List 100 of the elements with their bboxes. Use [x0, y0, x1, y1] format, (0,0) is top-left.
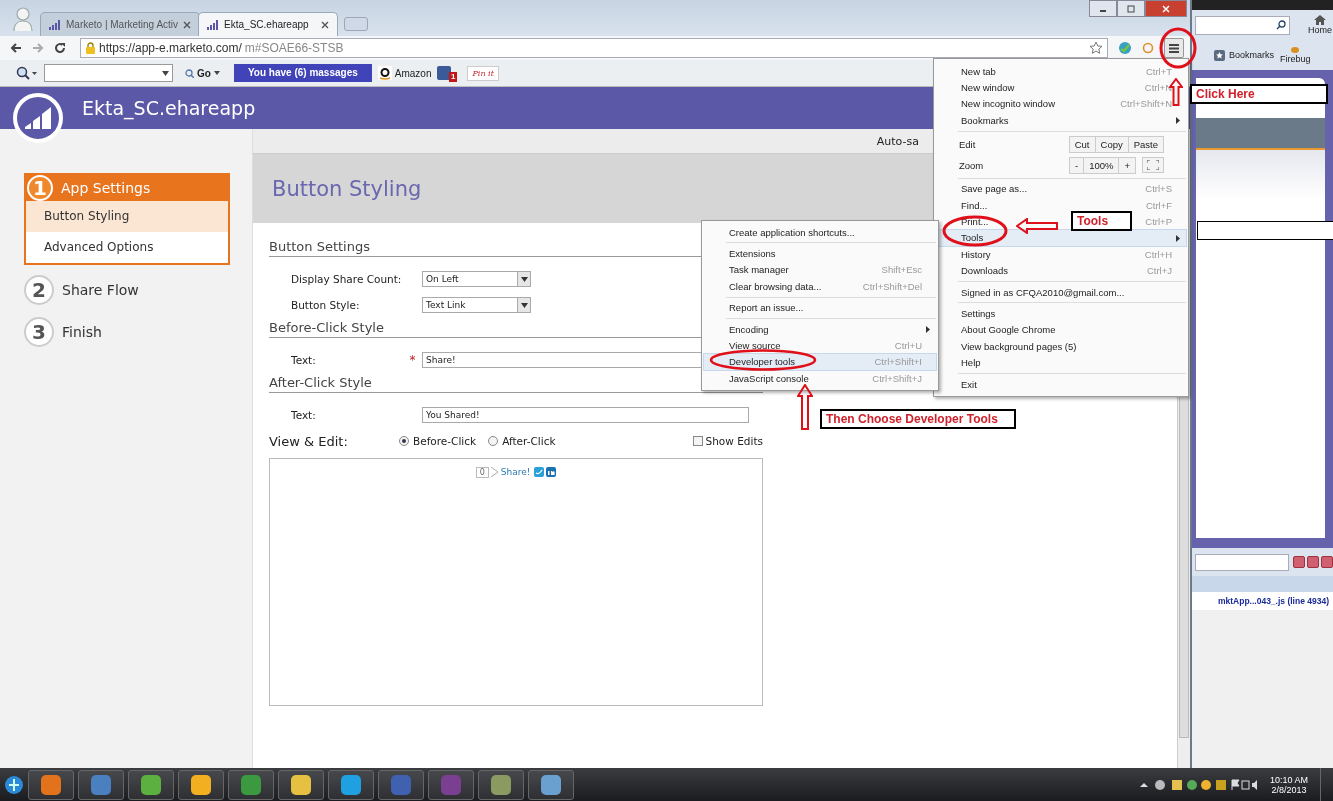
- firebug-button[interactable]: Firebug: [1280, 46, 1311, 64]
- taskbar-button[interactable]: [328, 769, 374, 800]
- star-icon[interactable]: [1089, 41, 1103, 55]
- shortcut-text: Ctrl+Shift+N: [1120, 98, 1172, 110]
- search-field[interactable]: [1195, 15, 1290, 35]
- browser-tab[interactable]: Ekta_SC.ehareapp: [198, 12, 339, 36]
- menu-item[interactable]: Help: [961, 357, 981, 369]
- control-button[interactable]: [1307, 556, 1319, 568]
- bug-icon: [1290, 46, 1301, 54]
- taskbar-button[interactable]: [528, 769, 574, 800]
- browser-tab[interactable]: Marketo | Marketing Activ: [40, 12, 201, 36]
- amazon-link[interactable]: Amazon: [377, 66, 432, 80]
- taskbar-button[interactable]: [28, 769, 74, 800]
- fullscreen-button[interactable]: [1142, 157, 1164, 174]
- pin-it-button[interactable]: Pin it: [467, 65, 499, 81]
- app-icon: [91, 774, 111, 795]
- back-icon[interactable]: [10, 42, 22, 54]
- edit-button[interactable]: Cut: [1069, 136, 1095, 152]
- radio-option[interactable]: Before-Click: [399, 435, 477, 447]
- text-field[interactable]: You Shared!: [422, 407, 749, 423]
- twitter-icon[interactable]: [534, 467, 545, 477]
- close-icon: [1162, 4, 1170, 13]
- go-button[interactable]: Go: [185, 67, 220, 79]
- autosave-text: Auto-sa: [876, 134, 919, 148]
- highlight-ellipse: [941, 214, 1009, 248]
- shortcut-text: Ctrl+T: [1145, 65, 1172, 77]
- share-link[interactable]: Share!: [500, 467, 531, 477]
- taskbar-button[interactable]: [178, 769, 224, 800]
- shortcut-text: Shift+Esc: [881, 264, 922, 276]
- step-header[interactable]: 2 Share Flow: [24, 273, 230, 307]
- app-icon: [291, 774, 311, 795]
- caret-icon: [520, 276, 528, 282]
- close-icon[interactable]: [321, 20, 330, 29]
- menu-button[interactable]: [1164, 38, 1184, 58]
- facebook-button[interactable]: 1: [437, 64, 458, 82]
- menu-item[interactable]: Save page as...: [961, 183, 1028, 195]
- ring-icon[interactable]: [1142, 42, 1154, 54]
- star-icon: [1214, 49, 1225, 61]
- extension-icon[interactable]: [1118, 41, 1132, 55]
- required-mark: *: [409, 353, 416, 367]
- edit-button[interactable]: Copy: [1094, 136, 1128, 152]
- radio-option[interactable]: After-Click: [488, 435, 556, 447]
- menu-item[interactable]: Task manager Shift+Esc: [704, 261, 936, 279]
- show-edits-checkbox[interactable]: Show Edits: [692, 435, 763, 447]
- taskbar-button[interactable]: [478, 769, 524, 800]
- menu-item[interactable]: Report an issue...: [704, 299, 936, 316]
- dropdown[interactable]: On Left: [422, 271, 531, 287]
- page-heading: Button Styling: [272, 176, 422, 201]
- menu-item[interactable]: Developer tools Ctrl+Shift+I: [703, 352, 937, 372]
- minimize-button[interactable]: [1089, 0, 1117, 17]
- close-icon[interactable]: [183, 20, 192, 29]
- menu-item[interactable]: JavaScript console Ctrl+Shift+J: [704, 370, 936, 387]
- zoom-out-button[interactable]: -: [1069, 157, 1084, 173]
- menu-item[interactable]: About Google Chrome: [961, 324, 1056, 336]
- home-button[interactable]: Home: [1308, 15, 1332, 35]
- taskbar-button[interactable]: [228, 769, 274, 800]
- control-button[interactable]: [1321, 556, 1333, 568]
- app-title: Ekta_SC.ehareapp: [82, 97, 256, 119]
- restore-icon: [1127, 4, 1135, 13]
- menu-item[interactable]: View background pages (5): [961, 340, 1077, 352]
- taskbar-button[interactable]: [128, 769, 174, 800]
- edit-button[interactable]: Paste: [1127, 136, 1163, 152]
- menu-item[interactable]: New incognito window: [961, 98, 1055, 110]
- shortcut-text: Ctrl+H: [1144, 248, 1172, 260]
- taskbar-button[interactable]: [78, 769, 124, 800]
- menu-item[interactable]: Signed in as CFQA2010@gmail.com...: [961, 286, 1125, 298]
- zoom-in-button[interactable]: +: [1118, 157, 1135, 173]
- search-field[interactable]: [44, 64, 173, 82]
- menu-item[interactable]: Settings: [961, 308, 996, 319]
- linkedin-icon[interactable]: [546, 467, 557, 477]
- app-icon: [541, 774, 561, 795]
- annotation-label: Then Choose Developer Tools: [820, 409, 1016, 429]
- shortcut-text: Ctrl+Shift+Del: [862, 280, 922, 292]
- step-header[interactable]: 3 Finish: [24, 315, 230, 349]
- shortcut-text: Ctrl+S: [1145, 183, 1172, 195]
- bookmarks-button[interactable]: Bookmarks: [1214, 49, 1274, 61]
- search-icon[interactable]: [16, 66, 38, 80]
- start-icon[interactable]: [4, 773, 24, 796]
- menu-item[interactable]: Print...: [961, 216, 989, 228]
- menu-item[interactable]: New window: [961, 82, 1015, 94]
- shortcut-text: Ctrl+P: [1145, 216, 1172, 228]
- dropdown[interactable]: Text Link: [422, 297, 531, 313]
- reload-icon[interactable]: [54, 42, 66, 54]
- substep-item[interactable]: Button Styling: [26, 201, 228, 232]
- input-field[interactable]: [1195, 553, 1289, 571]
- menu-item[interactable]: Downloads: [961, 265, 1008, 277]
- up-arrow-annotation: [797, 384, 813, 430]
- menu-item[interactable]: Exit: [961, 378, 977, 390]
- menu-item[interactable]: Find...: [961, 199, 988, 211]
- menu-item[interactable]: Clear browsing data... Ctrl+Shift+Del: [704, 278, 936, 295]
- address-bar[interactable]: https://app-e.marketo.com/ m#SOAE66-STSB: [80, 38, 1108, 58]
- menu-label: Edit: [959, 138, 976, 150]
- control-button[interactable]: [1293, 556, 1305, 568]
- close-button[interactable]: [1145, 0, 1187, 17]
- taskbar-button[interactable]: [278, 769, 324, 800]
- menu-item[interactable]: Create application shortcuts...: [704, 224, 936, 241]
- menu-item[interactable]: History: [961, 248, 991, 260]
- menu-item[interactable]: New tab: [961, 65, 996, 77]
- messages-button[interactable]: You have (6) massages: [233, 64, 372, 82]
- menu-item[interactable]: Bookmarks: [961, 114, 1009, 126]
